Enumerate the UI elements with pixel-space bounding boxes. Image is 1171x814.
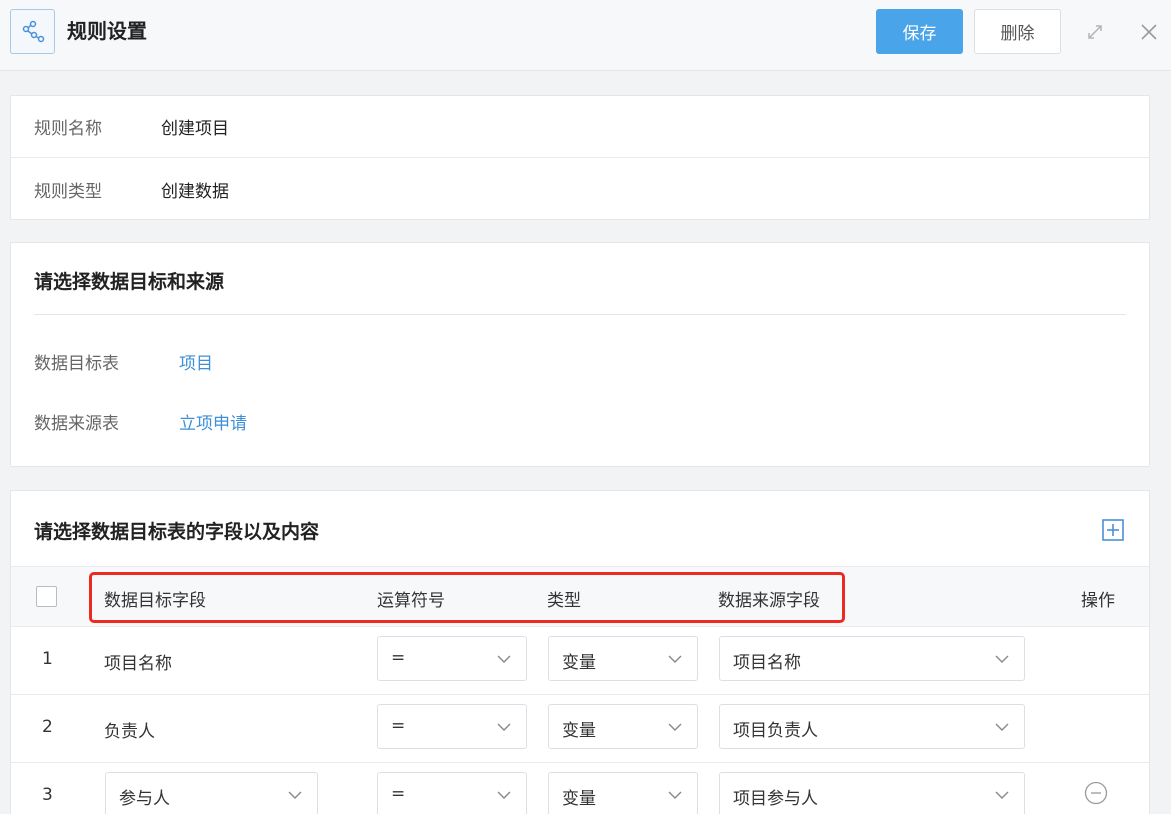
close-icon[interactable]	[1137, 20, 1161, 44]
target-field-text: 项目名称	[104, 654, 172, 674]
rule-name-label: 规则名称	[34, 119, 102, 139]
operator-select[interactable]: =	[377, 704, 527, 749]
type-value: 变量	[562, 653, 596, 673]
chevron-down-icon	[995, 655, 1009, 663]
delete-button[interactable]: 删除	[974, 9, 1061, 54]
source-field-value: 项目参与人	[733, 789, 818, 809]
operator-value: =	[391, 784, 406, 804]
target-field-select[interactable]: 参与人	[105, 772, 318, 814]
target-field-text: 负责人	[104, 722, 155, 742]
rule-type-label: 规则类型	[34, 181, 102, 202]
operator-select[interactable]: =	[377, 772, 527, 814]
chevron-down-icon	[497, 723, 511, 731]
save-button[interactable]: 保存	[876, 9, 963, 54]
column-source-field: 数据来源字段	[718, 591, 820, 611]
operator-value: =	[391, 648, 406, 668]
chevron-down-icon	[668, 791, 682, 799]
source-table-link[interactable]: 立项申请	[179, 409, 247, 434]
source-section-title: 请选择数据目标和来源	[34, 271, 225, 293]
target-field-value: 参与人	[119, 789, 170, 809]
row-index: 2	[42, 717, 53, 737]
chevron-down-icon	[497, 791, 511, 799]
chevron-down-icon	[995, 723, 1009, 731]
chevron-down-icon	[995, 791, 1009, 799]
column-operator: 运算符号	[377, 591, 445, 611]
table-header: 数据目标字段 运算符号 类型 数据来源字段 操作	[11, 566, 1149, 627]
rule-type-row: 规则类型 创建数据	[11, 158, 1149, 220]
page-title: 规则设置	[67, 19, 147, 43]
chevron-down-icon	[497, 655, 511, 663]
type-value: 变量	[562, 721, 596, 741]
source-field-value: 项目负责人	[733, 721, 818, 741]
target-table-label: 数据目标表	[34, 354, 119, 374]
table-row: 3 参与人 = 变量 项目参与人	[11, 763, 1149, 814]
operator-select[interactable]: =	[377, 636, 527, 681]
target-table-link[interactable]: 项目	[179, 349, 213, 374]
column-target-field: 数据目标字段	[104, 591, 206, 611]
rule-info-card: 规则名称 创建项目 规则类型 创建数据	[10, 95, 1150, 220]
chevron-down-icon	[288, 791, 302, 799]
type-value: 变量	[562, 789, 596, 809]
chevron-down-icon	[668, 655, 682, 663]
section-divider	[34, 314, 1126, 315]
source-section-card: 请选择数据目标和来源 数据目标表 项目 数据来源表 立项申请	[10, 242, 1150, 467]
column-action: 操作	[1081, 591, 1115, 611]
add-square-icon[interactable]	[1102, 519, 1124, 541]
header-bar: 规则设置 保存 删除	[0, 0, 1171, 71]
select-all-checkbox[interactable]	[36, 586, 57, 607]
rule-type-value: 创建数据	[161, 181, 229, 202]
operator-value: =	[391, 716, 406, 736]
rule-name-row: 规则名称 创建项目	[11, 96, 1149, 158]
row-index: 1	[42, 649, 53, 669]
rule-name-value: 创建项目	[161, 119, 229, 139]
type-select[interactable]: 变量	[548, 636, 698, 681]
fields-section-title: 请选择数据目标表的字段以及内容	[34, 521, 320, 543]
table-row: 2 负责人 = 变量 项目负责人	[11, 695, 1149, 763]
chevron-down-icon	[668, 723, 682, 731]
source-field-value: 项目名称	[733, 653, 801, 673]
fields-section-card: 请选择数据目标表的字段以及内容 数据目标字段 运算符号 类型 数据来源字段 操作…	[10, 490, 1150, 814]
column-type: 类型	[547, 591, 581, 611]
expand-icon[interactable]	[1083, 20, 1107, 44]
source-field-select[interactable]: 项目名称	[719, 636, 1025, 681]
remove-row-icon[interactable]	[1084, 781, 1108, 805]
flow-nodes-icon	[10, 9, 55, 54]
source-field-select[interactable]: 项目负责人	[719, 704, 1025, 749]
type-select[interactable]: 变量	[548, 704, 698, 749]
type-select[interactable]: 变量	[548, 772, 698, 814]
source-table-label: 数据来源表	[34, 414, 119, 434]
table-row: 1 项目名称 = 变量 项目名称	[11, 627, 1149, 695]
source-field-select[interactable]: 项目参与人	[719, 772, 1025, 814]
row-index: 3	[42, 785, 53, 805]
